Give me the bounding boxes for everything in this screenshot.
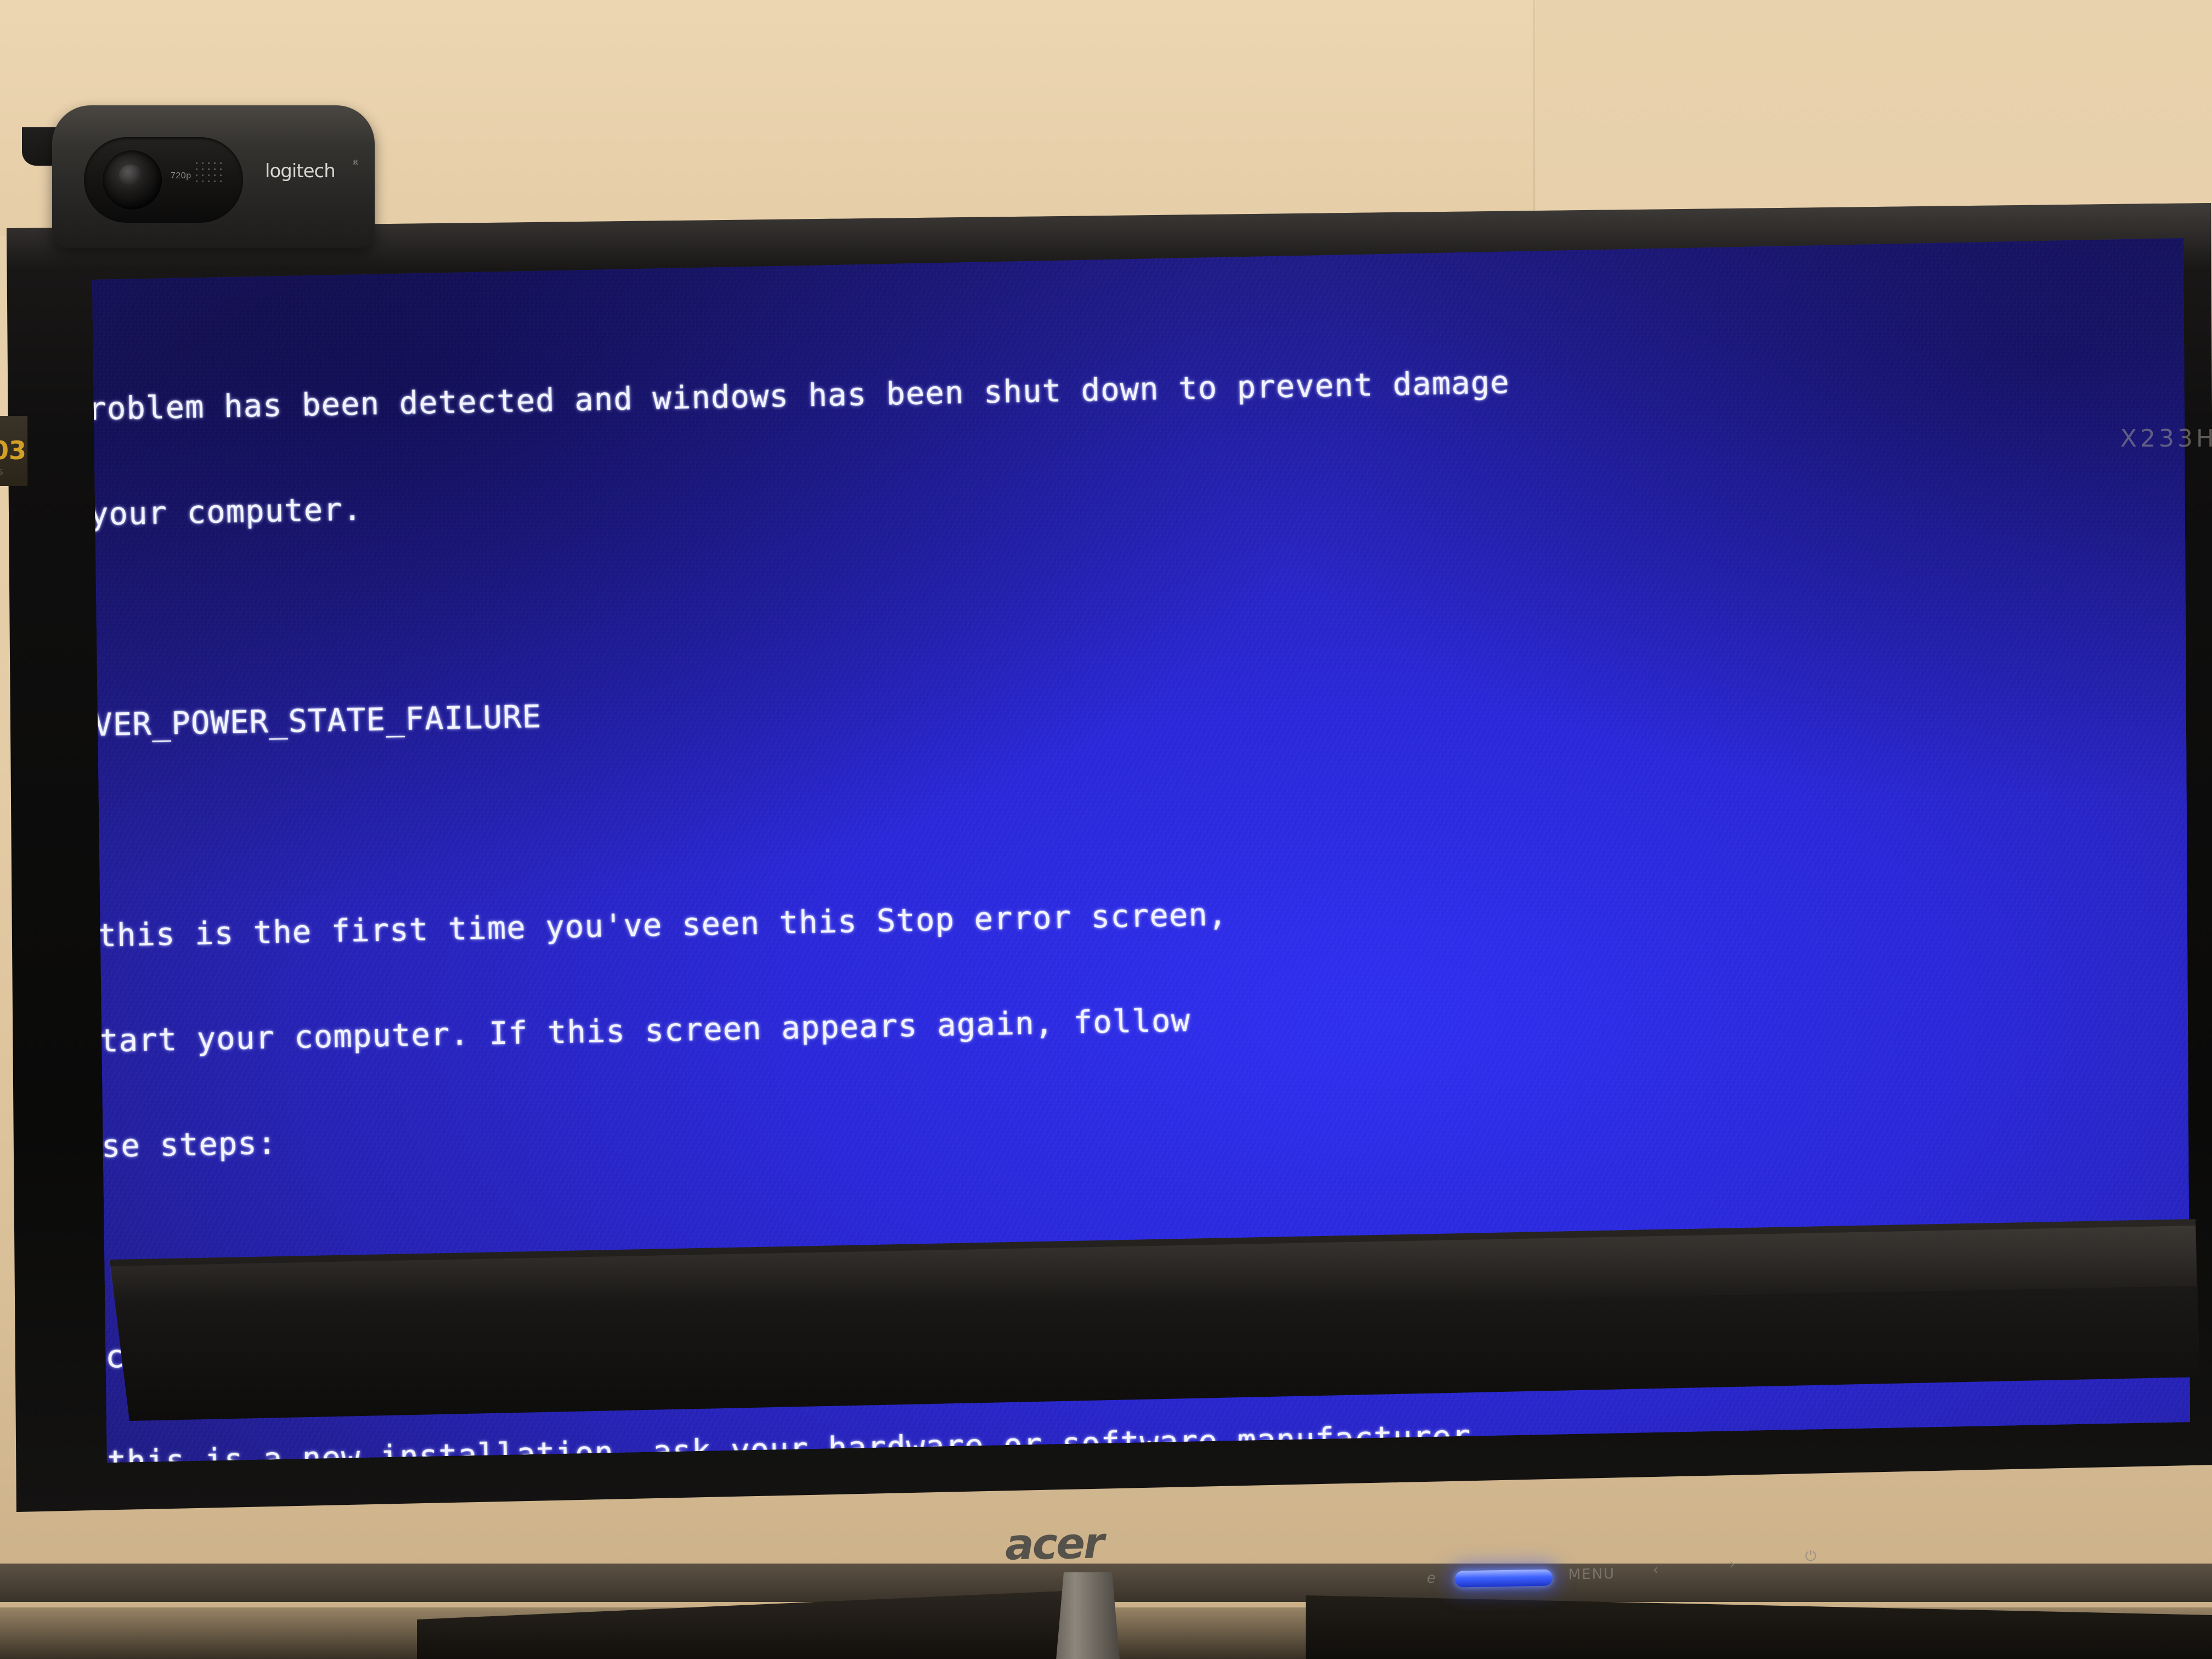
logitech-wordmark: logitech — [265, 160, 336, 182]
empowering-key-button[interactable]: e — [1427, 1570, 1437, 1587]
camera-lens-icon — [103, 150, 162, 210]
bsod-headline-line-1: A problem has been detected and windows … — [29, 364, 1510, 428]
logitech-webcam: 720p logitech ® — [52, 105, 375, 248]
side-sticker-number: 03 — [0, 436, 27, 465]
power-icon[interactable]: ⏻ — [1805, 1548, 1818, 1565]
webcam-resolution-label: 720p — [171, 171, 191, 180]
side-sticker: 03 ns — [0, 416, 29, 486]
bsod-para1-line-1: If this is the first time you've seen th… — [38, 896, 1228, 955]
menu-button[interactable]: MENU — [1568, 1566, 1615, 1583]
microphone-grille-icon — [194, 160, 223, 184]
bsod-para2-line-3: for any windows updates you might need. — [50, 1510, 2212, 1520]
webcam-face-plate: 720p — [84, 137, 243, 223]
bsod-headline-line-2: to your computer. — [31, 491, 363, 534]
monitor-model-label: X233H — [2120, 425, 2212, 453]
acer-logo: acer — [1005, 1519, 1104, 1570]
bsod-para1-line-2: restart your computer. If this screen ap… — [41, 1002, 1191, 1060]
side-sticker-subtext: ns — [0, 466, 3, 477]
monitor-stand-neck — [1056, 1572, 1120, 1659]
bsod-stop-code-name: DRIVER_POWER_STATE_FAILURE — [35, 698, 542, 744]
trademark-icon: ® — [353, 158, 359, 167]
bsod-para1-line-3: these steps: — [42, 1125, 278, 1166]
wall-seam — [1533, 0, 1536, 219]
power-led-indicator[interactable] — [1454, 1569, 1553, 1588]
next-arrow-icon[interactable]: › — [1729, 1556, 1736, 1572]
prev-arrow-icon[interactable]: ‹ — [1652, 1562, 1660, 1578]
